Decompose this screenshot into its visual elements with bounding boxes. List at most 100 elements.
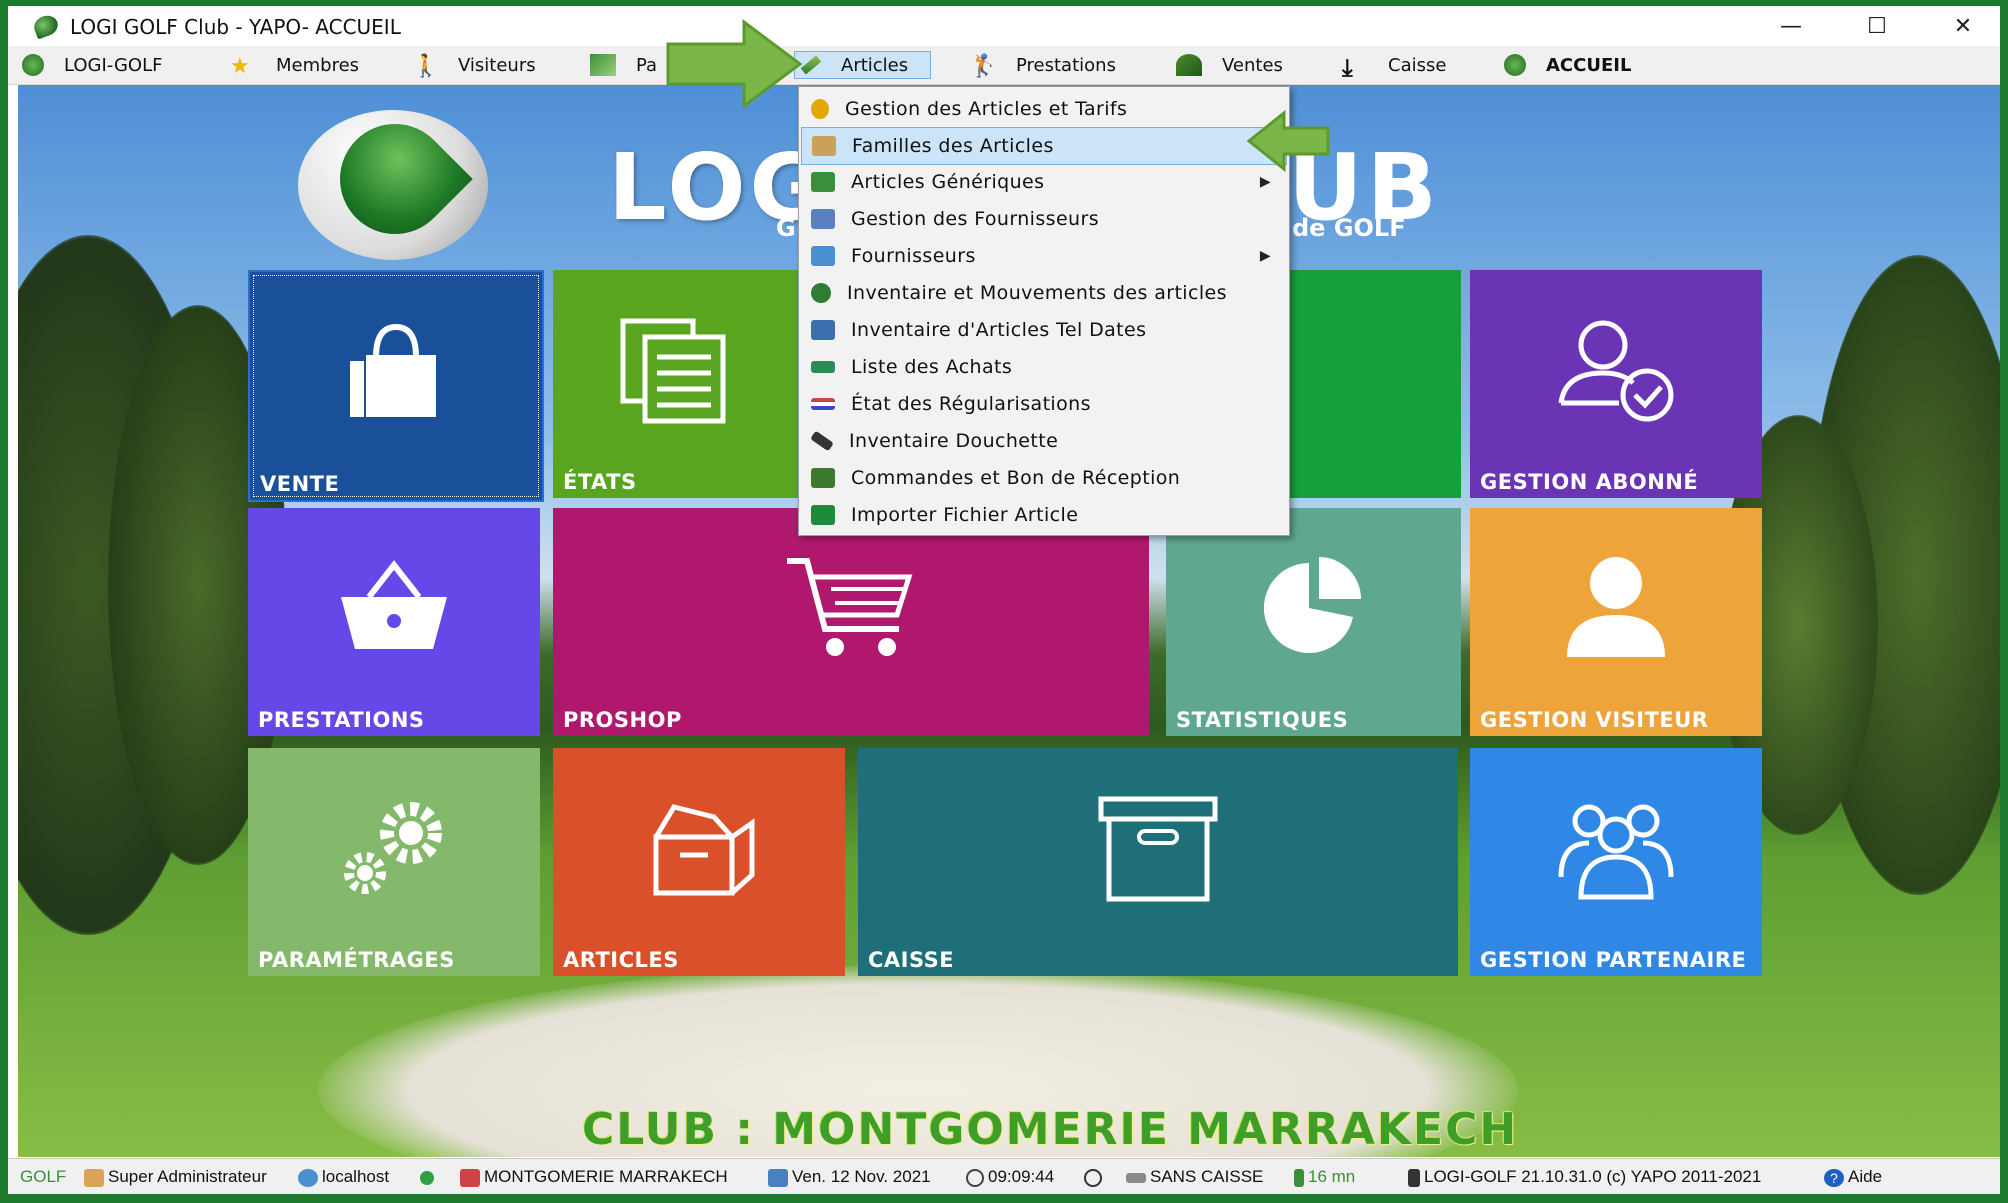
menu-label: Membres bbox=[276, 54, 360, 76]
status-caisse-text: SANS CAISSE bbox=[1150, 1167, 1264, 1186]
cart-icon bbox=[787, 558, 913, 657]
help-label: Aide bbox=[1848, 1167, 1883, 1186]
status-club-text: MONTGOMERIE MARRAKECH bbox=[484, 1167, 728, 1186]
box-icon bbox=[812, 136, 836, 156]
status-caisse: SANS CAISSE bbox=[1126, 1167, 1263, 1187]
help-button[interactable]: ? Aide bbox=[1824, 1167, 1882, 1187]
dropdown-item-articles-generiques[interactable]: Articles Génériques ▶ bbox=[801, 164, 1285, 200]
status-version-text: LOGI-GOLF 21.10.31.0 (c) YAPO 2011-2021 bbox=[1424, 1167, 1762, 1186]
dropdown-item-importer-fichier[interactable]: Importer Fichier Article bbox=[801, 497, 1285, 533]
status-user-text: Super Administrateur bbox=[108, 1167, 267, 1186]
menu-parcours[interactable]: Pa bbox=[590, 46, 657, 84]
shopping-bag-icon bbox=[350, 324, 436, 418]
menu-ventes[interactable]: Ventes bbox=[1176, 46, 1283, 84]
excel-icon bbox=[811, 505, 835, 525]
app-subtitle-left: G bbox=[776, 214, 796, 242]
tile-parametrages[interactable]: PARAMÉTRAGES bbox=[248, 748, 540, 976]
menu-visiteurs[interactable]: 🚶 Visiteurs bbox=[412, 46, 536, 84]
dropdown-item-etat-regularisations[interactable]: État des Régularisations bbox=[801, 386, 1285, 422]
menu-label: Articles bbox=[841, 54, 909, 76]
coins-icon bbox=[811, 99, 829, 119]
status-circle bbox=[1084, 1167, 1106, 1187]
tile-label: CAISSE bbox=[868, 948, 955, 972]
dropdown-item-label: Importer Fichier Article bbox=[851, 504, 1079, 526]
dropdown-item-inventaire-dates[interactable]: Inventaire d'Articles Tel Dates bbox=[801, 312, 1285, 348]
window-title: LOGI GOLF Club - YAPO- ACCUEIL bbox=[70, 15, 401, 39]
submenu-arrow-icon: ▶ bbox=[1259, 174, 1271, 190]
scanner-icon bbox=[810, 430, 834, 452]
status-host-text: localhost bbox=[322, 1167, 390, 1186]
status-user: Super Administrateur bbox=[84, 1167, 267, 1187]
dropdown-item-fournisseurs[interactable]: Fournisseurs ▶ bbox=[801, 238, 1285, 274]
menu-accueil[interactable]: ACCUEIL bbox=[1504, 46, 1631, 84]
tile-gestion-partenaire[interactable]: GESTION PARTENAIRE bbox=[1470, 748, 1762, 976]
tile-label: GESTION VISITEUR bbox=[1480, 708, 1709, 732]
menu-label: LOGI-GOLF bbox=[64, 54, 163, 76]
tile-label: GESTION ABONNÉ bbox=[1480, 470, 1699, 494]
clock-icon bbox=[966, 1168, 984, 1187]
menu-bar: LOGI-GOLF ★ Membres 🚶 Visiteurs Pa Artic… bbox=[8, 46, 2000, 85]
annotation-arrow-left bbox=[1246, 110, 1330, 172]
menu-membres[interactable]: ★ Membres bbox=[230, 46, 359, 84]
tile-proshop[interactable]: PROSHOP bbox=[553, 508, 1149, 736]
person-icon bbox=[811, 320, 835, 340]
dropdown-item-label: État des Régularisations bbox=[851, 393, 1091, 415]
menu-logi-golf[interactable]: LOGI-GOLF bbox=[22, 46, 162, 84]
menu-label: Caisse bbox=[1388, 54, 1447, 76]
tile-caisse[interactable]: CAISSE bbox=[858, 748, 1458, 976]
tile-etats[interactable]: ÉTATS bbox=[553, 270, 803, 498]
tile-hidden[interactable] bbox=[1286, 270, 1461, 498]
status-duration-text: 16 mn bbox=[1308, 1167, 1356, 1186]
tile-gestion-visiteur[interactable]: GESTION VISITEUR bbox=[1470, 508, 1762, 736]
status-host: localhost bbox=[298, 1167, 389, 1187]
tile-prestations[interactable]: PRESTATIONS bbox=[248, 508, 540, 736]
help-icon: ? bbox=[1824, 1168, 1844, 1187]
cash-icon bbox=[1126, 1172, 1146, 1183]
menu-label: Visiteurs bbox=[458, 54, 536, 76]
minimize-button[interactable]: — bbox=[1748, 6, 1834, 46]
menu-label: Prestations bbox=[1016, 54, 1116, 76]
flag-icon bbox=[811, 398, 835, 410]
tile-vente[interactable]: VENTE bbox=[248, 270, 544, 502]
tile-label: VENTE bbox=[260, 472, 340, 496]
walker-icon: 🚶 bbox=[412, 54, 440, 79]
close-button[interactable]: ✕ bbox=[1920, 6, 2000, 46]
user-icon bbox=[84, 1168, 104, 1187]
tile-label: PRESTATIONS bbox=[258, 708, 425, 732]
supplier-icon bbox=[811, 209, 835, 229]
dropdown-item-label: Gestion des Articles et Tarifs bbox=[845, 98, 1128, 120]
group-icon bbox=[1558, 804, 1674, 900]
tile-label: ARTICLES bbox=[563, 948, 679, 972]
status-bar: GOLF Super Administrateur localhost MONT… bbox=[8, 1158, 2000, 1194]
dropdown-item-label: Articles Génériques bbox=[851, 171, 1045, 193]
menu-prestations[interactable]: 🏌 Prestations bbox=[970, 46, 1116, 84]
menu-label: ACCUEIL bbox=[1546, 54, 1632, 76]
articles-dropdown-menu: Gestion des Articles et Tarifs Familles … bbox=[798, 86, 1290, 536]
house-icon bbox=[460, 1168, 480, 1187]
menu-articles[interactable]: Articles bbox=[794, 51, 932, 79]
dropdown-item-familles-articles[interactable]: Familles des Articles bbox=[801, 127, 1287, 165]
dropdown-item-gestion-fournisseurs[interactable]: Gestion des Fournisseurs bbox=[801, 201, 1285, 237]
dropdown-item-label: Familles des Articles bbox=[852, 135, 1054, 157]
golfer-icon: 🏌 bbox=[970, 54, 998, 79]
submenu-arrow-icon: ▶ bbox=[1259, 248, 1271, 264]
menu-caisse[interactable]: ⤓ Caisse bbox=[1342, 46, 1446, 84]
tile-gestion-abonne[interactable]: GESTION ABONNÉ bbox=[1470, 270, 1762, 498]
download-icon: ⤓ bbox=[1342, 54, 1353, 82]
tile-statistiques[interactable]: STATISTIQUES bbox=[1166, 508, 1461, 736]
circle-icon bbox=[1084, 1168, 1102, 1187]
maximize-button[interactable]: ☐ bbox=[1834, 6, 1920, 46]
annotation-arrow-right bbox=[666, 19, 803, 109]
tile-label: ÉTATS bbox=[563, 470, 637, 494]
dropdown-item-inventaire-mouvements[interactable]: Inventaire et Mouvements des articles bbox=[801, 275, 1285, 311]
tile-articles[interactable]: ARTICLES bbox=[553, 748, 845, 976]
dropdown-item-gestion-articles-tarifs[interactable]: Gestion des Articles et Tarifs bbox=[801, 91, 1285, 127]
dropdown-item-inventaire-douchette[interactable]: Inventaire Douchette bbox=[801, 423, 1285, 459]
dropdown-item-liste-achats[interactable]: Liste des Achats bbox=[801, 349, 1285, 385]
dropdown-item-commandes-bon-reception[interactable]: Commandes et Bon de Réception bbox=[801, 460, 1285, 496]
golfer-icon bbox=[1408, 1168, 1420, 1187]
status-date-text: Ven. 12 Nov. 2021 bbox=[792, 1167, 931, 1186]
status-online-indicator bbox=[420, 1167, 438, 1187]
status-time-text: 09:09:44 bbox=[988, 1167, 1055, 1186]
tile-label: STATISTIQUES bbox=[1176, 708, 1349, 732]
